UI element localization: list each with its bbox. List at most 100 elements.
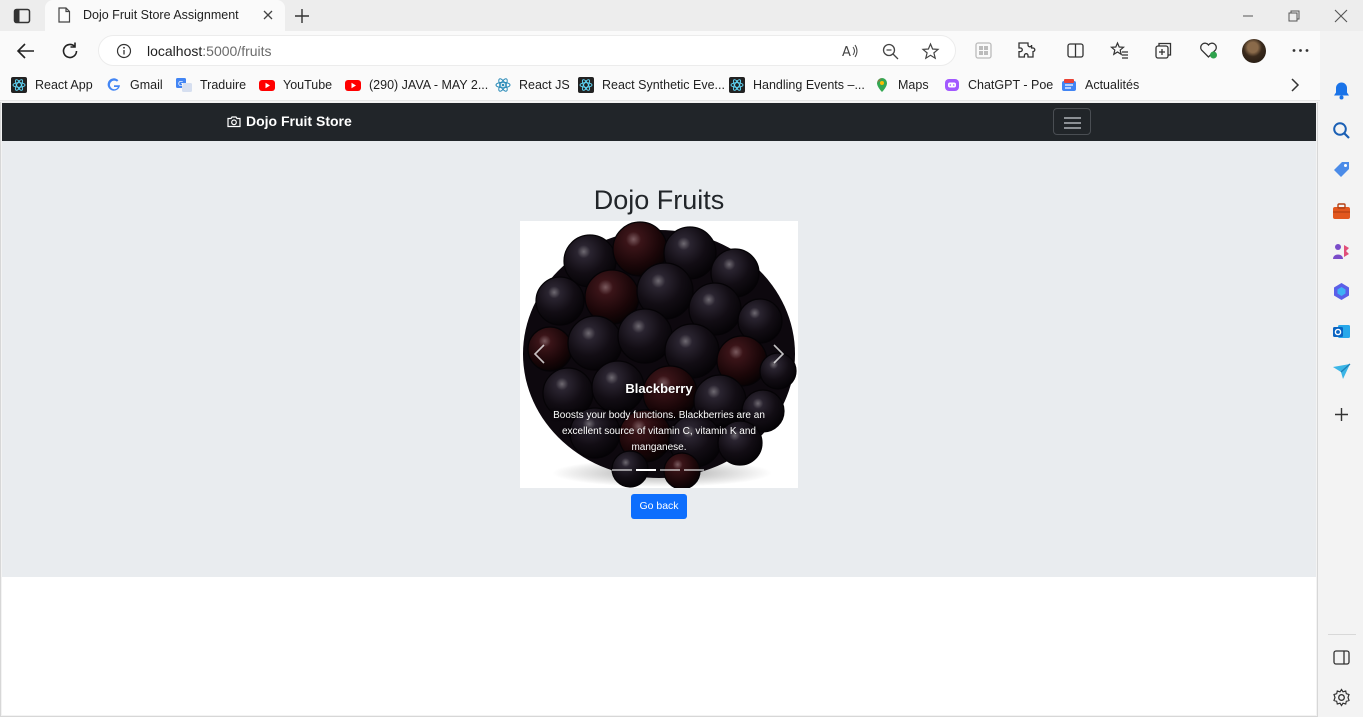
back-arrow-icon[interactable] (15, 40, 37, 62)
bookmark-actualites[interactable]: Actualités (1061, 76, 1139, 94)
collections-icon[interactable] (1153, 40, 1174, 61)
bookmark-label: React Synthetic Eve... (602, 78, 725, 92)
site-navbar: Dojo Fruit Store (2, 103, 1316, 141)
page-heading: Dojo Fruits (593, 185, 725, 215)
url-path: :5000/fruits (202, 43, 272, 59)
shopping-tag-icon[interactable] (1331, 160, 1352, 181)
go-back-button[interactable]: Go back (631, 494, 687, 519)
bookmark-react-js[interactable]: React JS (495, 76, 570, 94)
react-icon (578, 77, 594, 93)
carousel-indicator[interactable] (684, 469, 704, 471)
carousel-indicator[interactable] (636, 469, 656, 471)
poe-icon (945, 79, 959, 91)
news-icon (1062, 79, 1076, 91)
address-bar[interactable]: localhost:5000/fruits A (98, 35, 956, 66)
bookmark-chatgpt-poe[interactable]: ChatGPT - Poe (944, 76, 1053, 94)
search-icon[interactable] (1331, 120, 1352, 141)
notification-bell-icon[interactable] (1331, 80, 1352, 101)
split-screen-icon[interactable] (1065, 40, 1086, 61)
react-icon (495, 78, 511, 92)
games-icon[interactable] (1331, 241, 1352, 262)
refresh-icon[interactable] (59, 40, 81, 62)
edge-sidebar (1320, 31, 1363, 717)
bookmark-react-synthetic-events[interactable]: React Synthetic Eve... (578, 76, 725, 94)
browser-essentials-icon[interactable] (1198, 40, 1219, 61)
hide-sidebar-icon[interactable] (1331, 647, 1352, 668)
bookmark-label: Traduire (200, 78, 247, 92)
page-viewport: Dojo Fruit Store Dojo Fruits Blackberry … (2, 103, 1316, 715)
carousel-indicator[interactable] (660, 469, 680, 471)
bookmark-label: Actualités (1085, 78, 1140, 92)
more-options-icon[interactable] (1290, 40, 1311, 61)
bookmark-label: Gmail (130, 78, 163, 92)
google-icon (107, 78, 120, 91)
camera-icon (227, 115, 241, 127)
navbar-toggler-button[interactable] (1053, 108, 1091, 135)
bookmark-maps[interactable]: Maps (874, 76, 929, 94)
site-info-icon[interactable] (116, 43, 132, 59)
bookmark-label: Maps (898, 78, 929, 92)
add-icon[interactable] (1331, 404, 1352, 425)
bookmark-label: ChatGPT - Poe (968, 78, 1054, 92)
app-available-icon[interactable] (973, 40, 994, 61)
microsoft-365-icon[interactable] (1331, 281, 1352, 302)
favorites-icon[interactable] (1109, 40, 1130, 61)
profile-avatar[interactable] (1242, 39, 1266, 63)
youtube-icon (345, 80, 361, 91)
react-icon (729, 77, 745, 93)
bookmark-java-playlist[interactable]: (290) JAVA - MAY 2... (345, 76, 488, 94)
bookmark-label: Handling Events –... (753, 78, 865, 92)
svg-text:G: G (178, 80, 183, 88)
translate-icon: G (176, 78, 192, 92)
read-aloud-icon[interactable]: A (841, 42, 860, 61)
restore-icon[interactable] (1284, 6, 1304, 26)
fruit-carousel[interactable]: Blackberry Boosts your body functions. B… (520, 221, 798, 488)
tools-briefcase-icon[interactable] (1331, 201, 1352, 222)
extensions-icon[interactable] (1016, 40, 1037, 61)
drop-icon[interactable] (1331, 361, 1352, 382)
settings-gear-icon[interactable] (1331, 687, 1352, 708)
tab-actions-icon[interactable] (12, 7, 32, 25)
tab-title: Dojo Fruit Store Assignment (83, 8, 239, 22)
bookmark-handling-events[interactable]: Handling Events –... (729, 76, 865, 94)
navbar-brand[interactable]: Dojo Fruit Store (227, 113, 352, 129)
close-tab-icon[interactable] (261, 8, 275, 22)
page-icon (58, 7, 71, 23)
carousel-next-icon[interactable] (770, 343, 786, 365)
hero-section: Dojo Fruits Blackberry Boosts your body … (2, 141, 1316, 577)
title-bar: Dojo Fruit Store Assignment (0, 0, 1363, 31)
minimize-icon[interactable] (1238, 6, 1258, 26)
bookmark-youtube[interactable]: YouTube (259, 76, 332, 94)
carousel-caption: Blackberry Boosts your body functions. B… (550, 381, 768, 456)
zoom-out-icon[interactable] (881, 42, 900, 61)
drupelet (535, 276, 585, 326)
active-tab[interactable]: Dojo Fruit Store Assignment (45, 0, 285, 31)
maps-icon (877, 78, 887, 92)
hamburger-line (1064, 117, 1081, 119)
chevron-right-icon[interactable] (1286, 76, 1304, 94)
close-window-icon[interactable] (1331, 6, 1351, 26)
bookmark-react-app[interactable]: React App (11, 76, 93, 94)
favorite-star-icon[interactable] (921, 42, 940, 61)
bookmark-label: YouTube (283, 78, 333, 92)
new-tab-icon[interactable] (292, 6, 312, 26)
carousel-prev-icon[interactable] (532, 343, 548, 365)
bookmark-label: React App (35, 78, 93, 92)
bookmark-label: (290) JAVA - MAY 2... (369, 78, 489, 92)
svg-text:A: A (842, 45, 851, 60)
carousel-indicators (612, 469, 704, 471)
brand-label: Dojo Fruit Store (246, 113, 352, 129)
hamburger-line (1064, 127, 1081, 129)
bookmarks-bar: React App Gmail G Traduire YouTube (290)… (0, 70, 1320, 101)
react-icon (11, 77, 27, 93)
hamburger-line (1064, 122, 1081, 124)
carousel-indicator[interactable] (612, 469, 632, 471)
drupelet (617, 308, 673, 364)
outlook-icon[interactable] (1331, 321, 1352, 342)
url-text[interactable]: localhost:5000/fruits (147, 43, 272, 59)
sidebar-divider (1328, 634, 1356, 635)
bookmark-gmail[interactable]: Gmail (106, 76, 163, 94)
caption-title: Blackberry (625, 381, 693, 396)
bookmark-label: React JS (519, 78, 570, 92)
bookmark-traduire[interactable]: G Traduire (176, 76, 246, 94)
